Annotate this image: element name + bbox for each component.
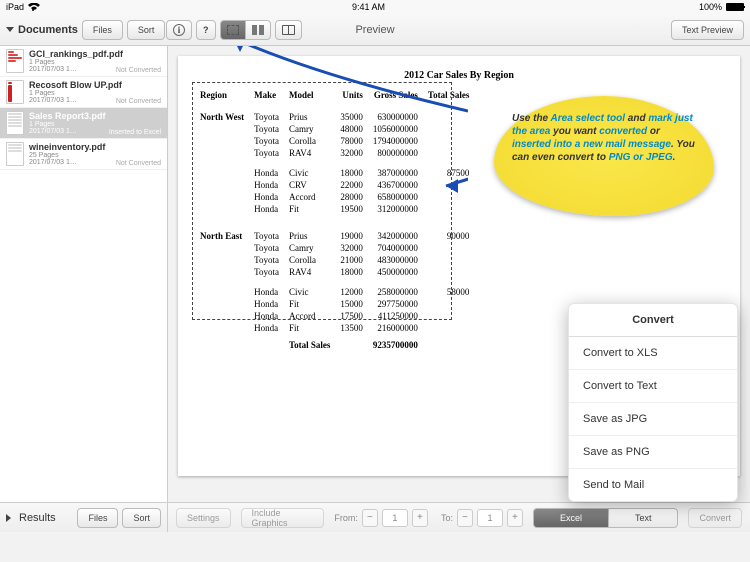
pdf-thumb-icon xyxy=(6,111,24,135)
popover-header: Convert xyxy=(569,304,737,337)
results-title[interactable]: Results xyxy=(6,512,56,524)
format-segment[interactable]: Excel Text xyxy=(533,508,679,528)
to-field[interactable]: 1 xyxy=(477,509,503,527)
chevron-down-icon xyxy=(6,27,14,32)
pdf-thumb-icon xyxy=(6,142,24,166)
info-button[interactable]: i xyxy=(166,20,192,40)
battery-label: 100% xyxy=(699,2,722,12)
text-preview-button[interactable]: Text Preview xyxy=(671,20,744,40)
sort-button[interactable]: Sort xyxy=(127,20,166,40)
book-icon xyxy=(282,25,295,35)
status-bar: iPad 9:41 AM 100% xyxy=(0,0,750,14)
pdf-thumb-icon xyxy=(6,49,24,73)
carrier-label: iPad xyxy=(6,2,24,12)
documents-title[interactable]: Documents xyxy=(6,24,78,36)
convert-popover: Convert Convert to XLS Convert to Text S… xyxy=(568,303,738,502)
text-segment[interactable]: Text xyxy=(608,508,679,528)
convert-button[interactable]: Convert xyxy=(688,508,742,528)
to-dec-button[interactable]: − xyxy=(457,509,473,527)
convert-text-item[interactable]: Convert to Text xyxy=(569,370,737,403)
page-range: From: − 1 + To: − 1 + xyxy=(334,509,523,527)
results-files-button[interactable]: Files xyxy=(77,508,118,528)
area-select-button[interactable] xyxy=(220,20,245,40)
wifi-icon xyxy=(28,3,38,11)
file-item[interactable]: wineinventory.pdf 25 Pages 2017/07/03 1…… xyxy=(0,139,167,170)
clock-label: 9:41 AM xyxy=(352,2,385,12)
file-list[interactable]: GCI_rankings_pdf.pdf 1 Pages 2017/07/03 … xyxy=(0,46,167,502)
sidebar-footer: Results Files Sort xyxy=(0,502,167,532)
columns-button[interactable] xyxy=(245,20,271,40)
file-item[interactable]: Sales Report3.pdf 1 Pages 2017/07/03 1… … xyxy=(0,108,167,139)
book-view-button[interactable] xyxy=(275,20,302,40)
files-button[interactable]: Files xyxy=(82,20,123,40)
question-icon: ? xyxy=(203,25,209,35)
doc-title: 2012 Car Sales By Region xyxy=(198,70,720,81)
help-button[interactable]: ? xyxy=(196,20,216,40)
main-pane: GCI_rankings_pdf.pdf 1 Pages 2017/07/03 … xyxy=(0,46,750,532)
settings-button[interactable]: Settings xyxy=(176,508,231,528)
columns-icon xyxy=(252,25,264,35)
area-select-icon xyxy=(227,25,239,35)
sidebar: GCI_rankings_pdf.pdf 1 Pages 2017/07/03 … xyxy=(0,46,168,532)
to-inc-button[interactable]: + xyxy=(507,509,523,527)
include-graphics-button[interactable]: Include Graphics xyxy=(241,508,325,528)
data-table: RegionMakeModelUnitsGross SalesTotal Sal… xyxy=(198,89,477,351)
preview-title: Preview xyxy=(355,24,394,36)
instruction-cloud: Use the Area select tool and mark just t… xyxy=(494,96,714,216)
info-icon: i xyxy=(173,24,185,36)
save-png-item[interactable]: Save as PNG xyxy=(569,436,737,469)
chevron-right-icon xyxy=(6,514,15,522)
bottom-toolbar: Settings Include Graphics From: − 1 + To… xyxy=(168,502,750,532)
excel-segment[interactable]: Excel xyxy=(533,508,608,528)
from-field[interactable]: 1 xyxy=(382,509,408,527)
view-mode-segment[interactable] xyxy=(220,20,271,40)
battery-icon xyxy=(726,3,744,11)
file-item[interactable]: Recosoft Blow UP.pdf 1 Pages 2017/07/03 … xyxy=(0,77,167,108)
top-toolbar: Documents Files Sort i ? Preview Text Pr… xyxy=(0,14,750,46)
convert-xls-item[interactable]: Convert to XLS xyxy=(569,337,737,370)
save-jpg-item[interactable]: Save as JPG xyxy=(569,403,737,436)
from-dec-button[interactable]: − xyxy=(362,509,378,527)
from-inc-button[interactable]: + xyxy=(412,509,428,527)
results-sort-button[interactable]: Sort xyxy=(122,508,161,528)
file-name: GCI_rankings_pdf.pdf xyxy=(29,49,161,59)
pdf-thumb-icon xyxy=(6,80,24,104)
file-item[interactable]: GCI_rankings_pdf.pdf 1 Pages 2017/07/03 … xyxy=(0,46,167,77)
preview-pane: 2012 Car Sales By Region RegionMakeModel… xyxy=(168,46,750,532)
send-mail-item[interactable]: Send to Mail xyxy=(569,469,737,501)
